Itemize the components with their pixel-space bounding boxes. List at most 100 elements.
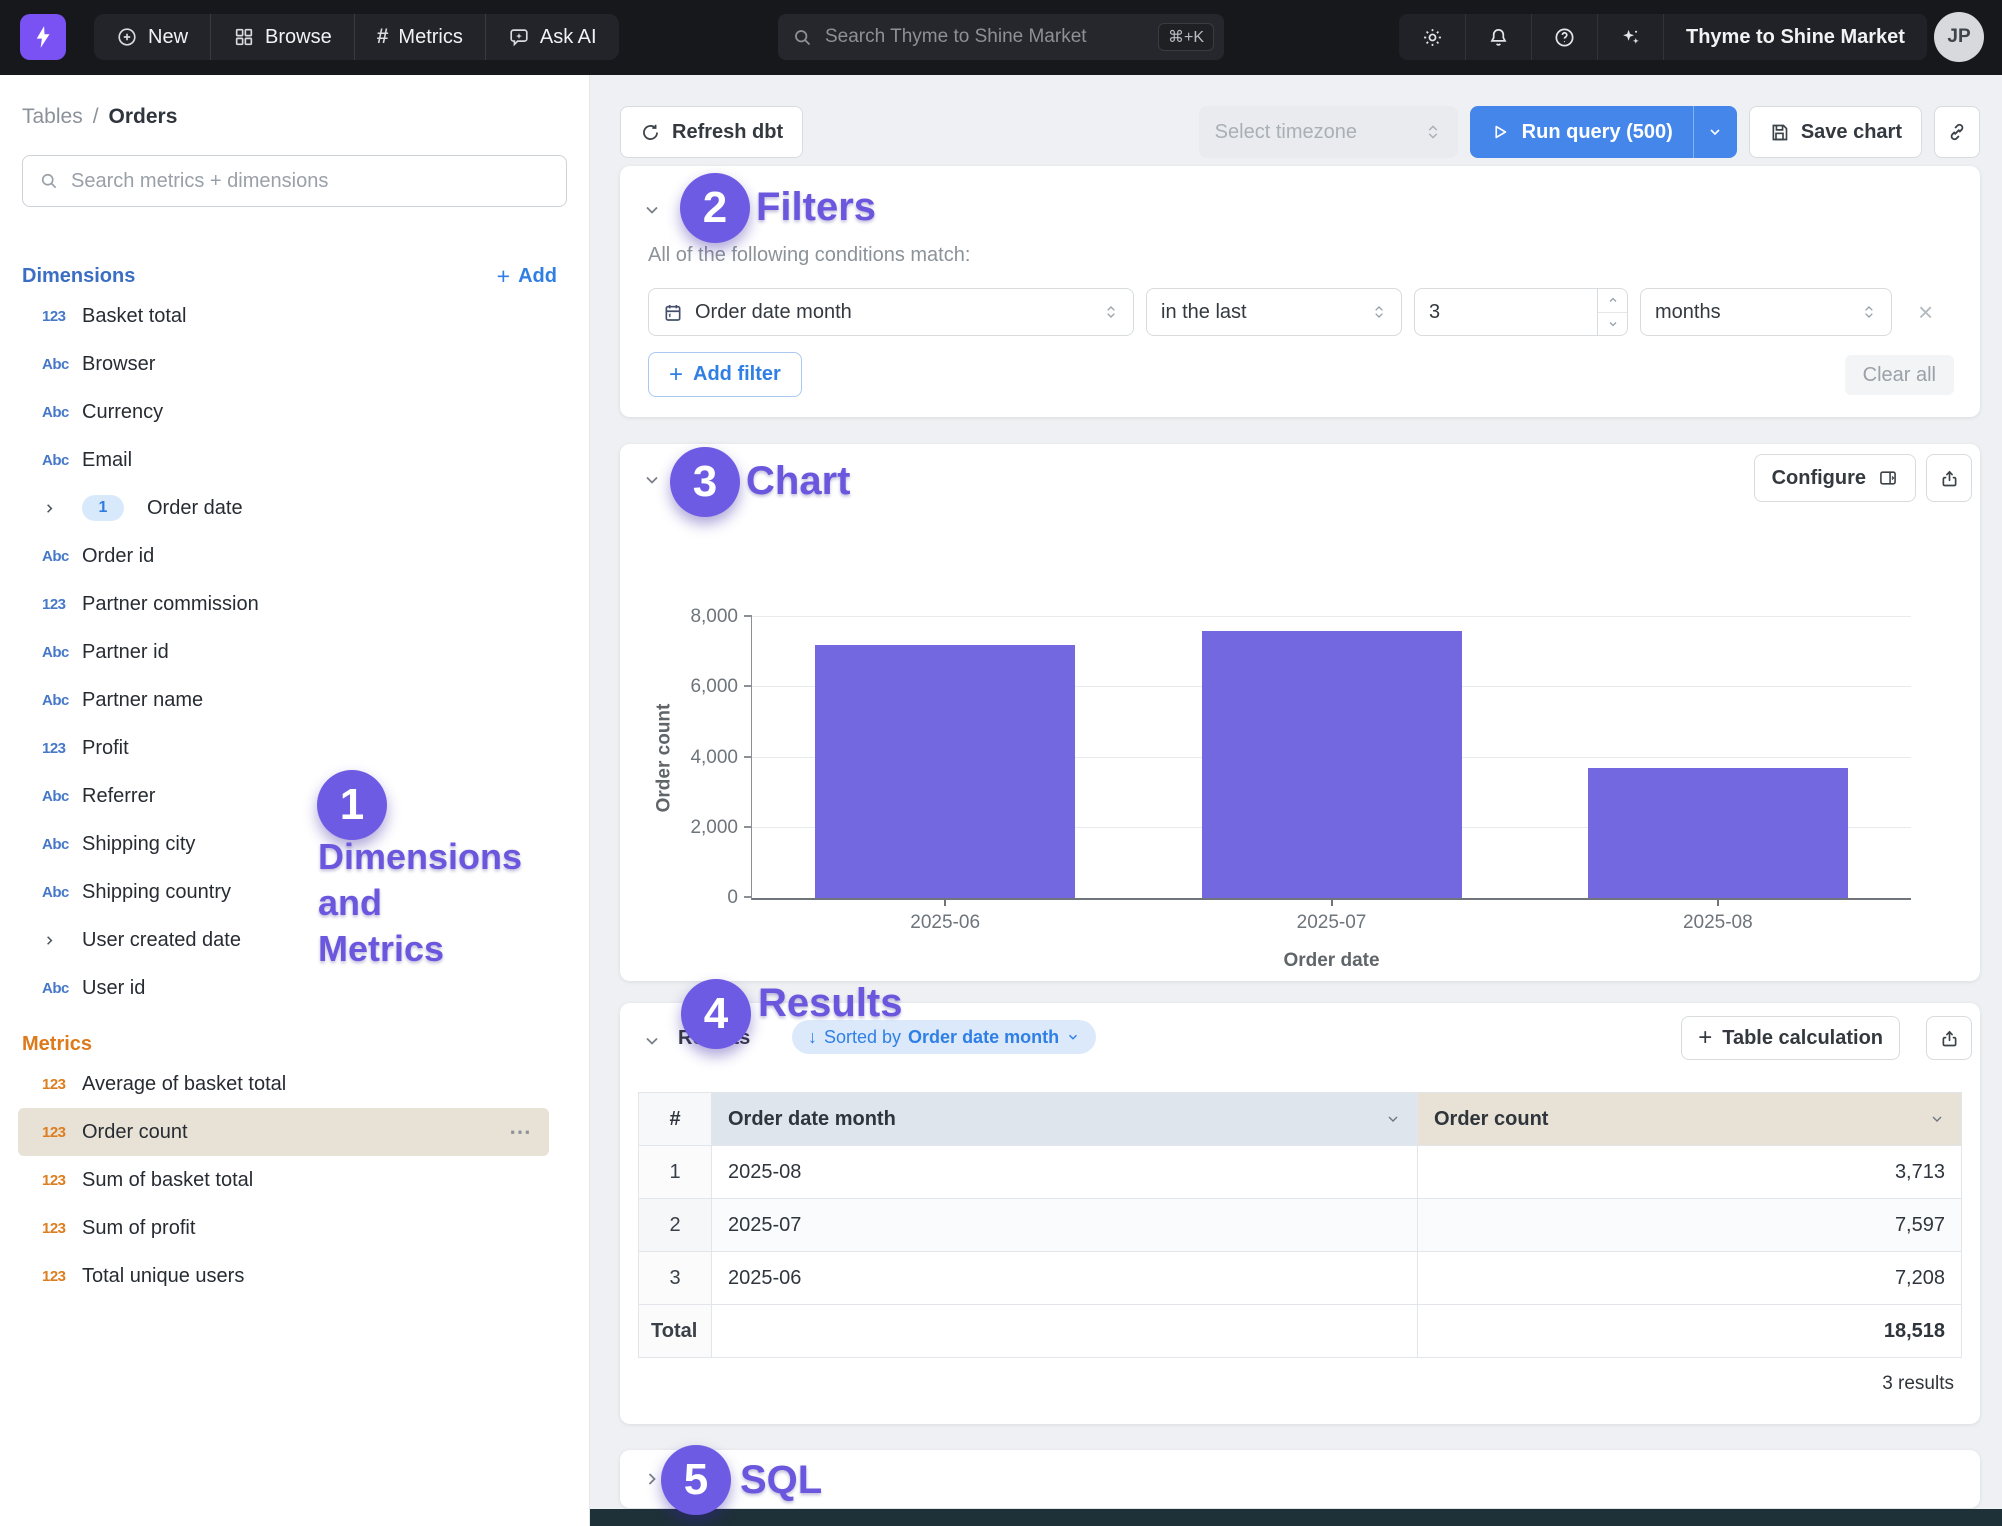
filters-collapse-button[interactable] <box>642 200 662 220</box>
field-row[interactable]: 123Basket total <box>18 292 549 340</box>
field-row[interactable]: AbcShipping country <box>18 868 549 916</box>
timezone-select[interactable]: Select timezone <box>1199 106 1458 158</box>
table-calculation-button[interactable]: + Table calculation <box>1681 1016 1900 1060</box>
clear-all-button[interactable]: Clear all <box>1845 355 1954 395</box>
configure-chart-button[interactable]: Configure <box>1754 454 1916 502</box>
app-logo[interactable] <box>20 14 66 60</box>
nav-item-new[interactable]: New <box>94 14 210 60</box>
run-query-main[interactable]: Run query (500) <box>1470 106 1693 158</box>
add-filter-button[interactable]: + Add filter <box>648 352 802 397</box>
ai-sparkles-button[interactable] <box>1597 14 1663 60</box>
dimension-column-header[interactable]: Order date month <box>712 1093 1418 1146</box>
filter-operator-select[interactable]: in the last <box>1146 288 1402 336</box>
stepper-down-button[interactable] <box>1598 312 1627 336</box>
nav-item-metrics[interactable]: # Metrics <box>354 14 485 60</box>
filter-unit-select[interactable]: months <box>1640 288 1892 336</box>
export-results-button[interactable] <box>1926 1016 1972 1060</box>
results-collapse-button[interactable] <box>642 1031 662 1051</box>
filter-field-select[interactable]: Order date month <box>648 288 1134 336</box>
share-export-icon <box>1939 468 1960 489</box>
string-type-icon: Abc <box>42 980 82 997</box>
field-row[interactable]: AbcUser id <box>18 964 549 1012</box>
chevron-right-icon[interactable] <box>42 933 82 948</box>
row-dimension: 2025-06 <box>712 1252 1418 1305</box>
y-axis-label: 8,000 <box>658 606 738 628</box>
field-row[interactable]: 123Sum of basket total <box>18 1156 549 1204</box>
sorted-by-pill[interactable]: ↓ Sorted by Order date month <box>792 1020 1096 1054</box>
refresh-dbt-button[interactable]: Refresh dbt <box>620 106 803 158</box>
notifications-button[interactable] <box>1465 14 1531 60</box>
chevron-down-icon[interactable] <box>1929 1111 1945 1127</box>
chart-plot: Order count Order date 02,0004,0006,0008… <box>751 617 1911 900</box>
field-label: Shipping country <box>82 881 231 904</box>
link-icon <box>1946 121 1968 143</box>
search-icon <box>792 27 813 48</box>
field-row[interactable]: AbcCurrency <box>18 388 549 436</box>
field-row[interactable]: AbcShipping city <box>18 820 549 868</box>
nav-item-ask-ai[interactable]: Ask AI <box>485 14 619 60</box>
panel-right-icon <box>1878 468 1898 488</box>
field-row[interactable]: 123Partner commission <box>18 580 549 628</box>
field-row[interactable]: 123Sum of profit <box>18 1204 549 1252</box>
field-row[interactable]: 123Total unique users <box>18 1252 549 1300</box>
share-link-button[interactable] <box>1934 106 1980 158</box>
field-row[interactable]: AbcPartner id <box>18 628 549 676</box>
gear-icon <box>1421 26 1444 49</box>
save-chart-label: Save chart <box>1801 121 1902 144</box>
help-button[interactable] <box>1531 14 1597 60</box>
sql-section <box>620 1450 1980 1508</box>
dimensions-list: 123Basket totalAbcBrowserAbcCurrencyAbcE… <box>0 292 589 1012</box>
breadcrumb-tables-link[interactable]: Tables <box>22 105 83 129</box>
field-label: Order count <box>82 1121 188 1144</box>
org-switcher[interactable]: Thyme to Shine Market <box>1663 14 1927 60</box>
save-chart-button[interactable]: Save chart <box>1749 106 1922 158</box>
chart-bar <box>1202 631 1462 898</box>
chevron-down-icon[interactable] <box>1385 1111 1401 1127</box>
number-type-icon: 123 <box>42 1124 82 1141</box>
add-dimension-button[interactable]: + Add <box>497 265 557 288</box>
export-chart-button[interactable] <box>1926 454 1972 502</box>
number-type-icon: 123 <box>42 1076 82 1093</box>
field-label: Basket total <box>82 305 187 328</box>
global-search-input[interactable]: Search Thyme to Shine Market ⌘+K <box>778 14 1224 60</box>
configure-label: Configure <box>1772 467 1866 490</box>
chevron-right-icon[interactable] <box>42 501 82 516</box>
field-row[interactable]: AbcBrowser <box>18 340 549 388</box>
field-menu-button[interactable]: ⋯ <box>509 1119 533 1145</box>
run-query-dropdown[interactable] <box>1693 106 1737 158</box>
timezone-placeholder: Select timezone <box>1215 121 1357 144</box>
play-icon <box>1490 122 1510 142</box>
field-row[interactable]: 123Profit <box>18 724 549 772</box>
settings-button[interactable] <box>1399 14 1465 60</box>
remove-filter-button[interactable]: × <box>1918 299 1933 325</box>
field-row[interactable]: AbcPartner name <box>18 676 549 724</box>
field-row[interactable]: 123Average of basket total <box>18 1060 549 1108</box>
filter-value-input[interactable]: 3 <box>1414 288 1628 336</box>
bell-icon <box>1487 26 1510 49</box>
fields-search-input[interactable]: Search metrics + dimensions <box>22 155 567 207</box>
field-row[interactable]: AbcOrder id <box>18 532 549 580</box>
main-panel: Refresh dbt Select timezone Run query (5… <box>590 75 2002 1526</box>
stepper-up-button[interactable] <box>1598 289 1627 312</box>
row-index: 3 <box>639 1252 712 1305</box>
dimension-column-label: Order date month <box>728 1108 896 1131</box>
string-type-icon: Abc <box>42 356 82 373</box>
field-row[interactable]: AbcEmail <box>18 436 549 484</box>
filter-field-value: Order date month <box>695 301 1091 324</box>
app-root: New Browse # Metrics Ask AI <box>0 0 2002 1526</box>
field-row[interactable]: 123Order count ⋯ <box>18 1108 549 1156</box>
field-row[interactable]: User created date <box>18 916 549 964</box>
user-avatar[interactable]: JP <box>1934 12 1984 62</box>
field-row[interactable]: AbcReferrer <box>18 772 549 820</box>
field-row[interactable]: 1Order date <box>18 484 549 532</box>
sql-expand-button[interactable] <box>642 1469 662 1489</box>
table-row: 22025-077,597 <box>639 1199 1962 1252</box>
nav-item-browse[interactable]: Browse <box>210 14 354 60</box>
chart-collapse-button[interactable] <box>642 470 662 490</box>
field-label: Shipping city <box>82 833 195 856</box>
run-query-button[interactable]: Run query (500) <box>1470 106 1737 158</box>
plus-icon: + <box>669 361 683 389</box>
select-updown-icon <box>1424 123 1442 141</box>
metric-column-header[interactable]: Order count <box>1418 1093 1962 1146</box>
field-label: User id <box>82 977 145 1000</box>
